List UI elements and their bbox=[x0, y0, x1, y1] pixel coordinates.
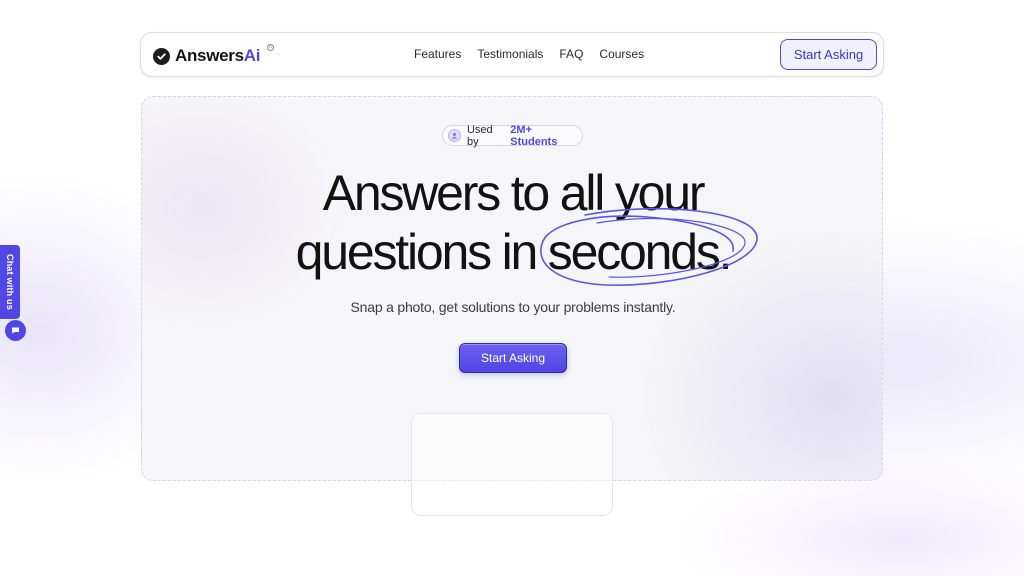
badge-highlight: 2M+ Students bbox=[510, 123, 558, 148]
chat-tab-label: Chat with us bbox=[5, 254, 15, 310]
start-asking-nav-button[interactable]: Start Asking bbox=[780, 39, 877, 70]
chat-launcher-button[interactable] bbox=[5, 320, 26, 341]
chat-with-us-tab[interactable]: Chat with us bbox=[0, 245, 20, 319]
nav-link-features[interactable]: Features bbox=[414, 47, 461, 61]
navbar: Answers Ai ® Features Testimonials FAQ Co… bbox=[140, 32, 884, 77]
headline-line-2: questions in seconds. bbox=[295, 224, 733, 280]
start-asking-hero-button[interactable]: Start Asking bbox=[459, 343, 567, 373]
hero-subheadline: Snap a photo, get solutions to your prob… bbox=[350, 299, 676, 315]
registered-mark-icon: ® bbox=[267, 44, 274, 51]
nav-link-testimonials[interactable]: Testimonials bbox=[477, 47, 543, 61]
chat-bubble-icon bbox=[11, 322, 20, 340]
headline-line-1: Answers to all your bbox=[322, 165, 706, 221]
nav-link-courses[interactable]: Courses bbox=[599, 47, 644, 61]
student-icon bbox=[448, 129, 461, 142]
badge-prefix: Used by bbox=[466, 123, 493, 148]
brand-name-accent: Ai bbox=[243, 46, 261, 65]
brand-name: Answers bbox=[175, 46, 244, 65]
users-badge: Used by 2M+ Students bbox=[442, 123, 583, 148]
nav-link-faq[interactable]: FAQ bbox=[559, 47, 583, 61]
preview-card bbox=[411, 413, 613, 516]
nav-links: Features Testimonials FAQ Courses bbox=[414, 47, 644, 61]
check-circle-icon bbox=[153, 47, 170, 65]
brand-logo[interactable]: Answers Ai ® bbox=[153, 44, 274, 67]
